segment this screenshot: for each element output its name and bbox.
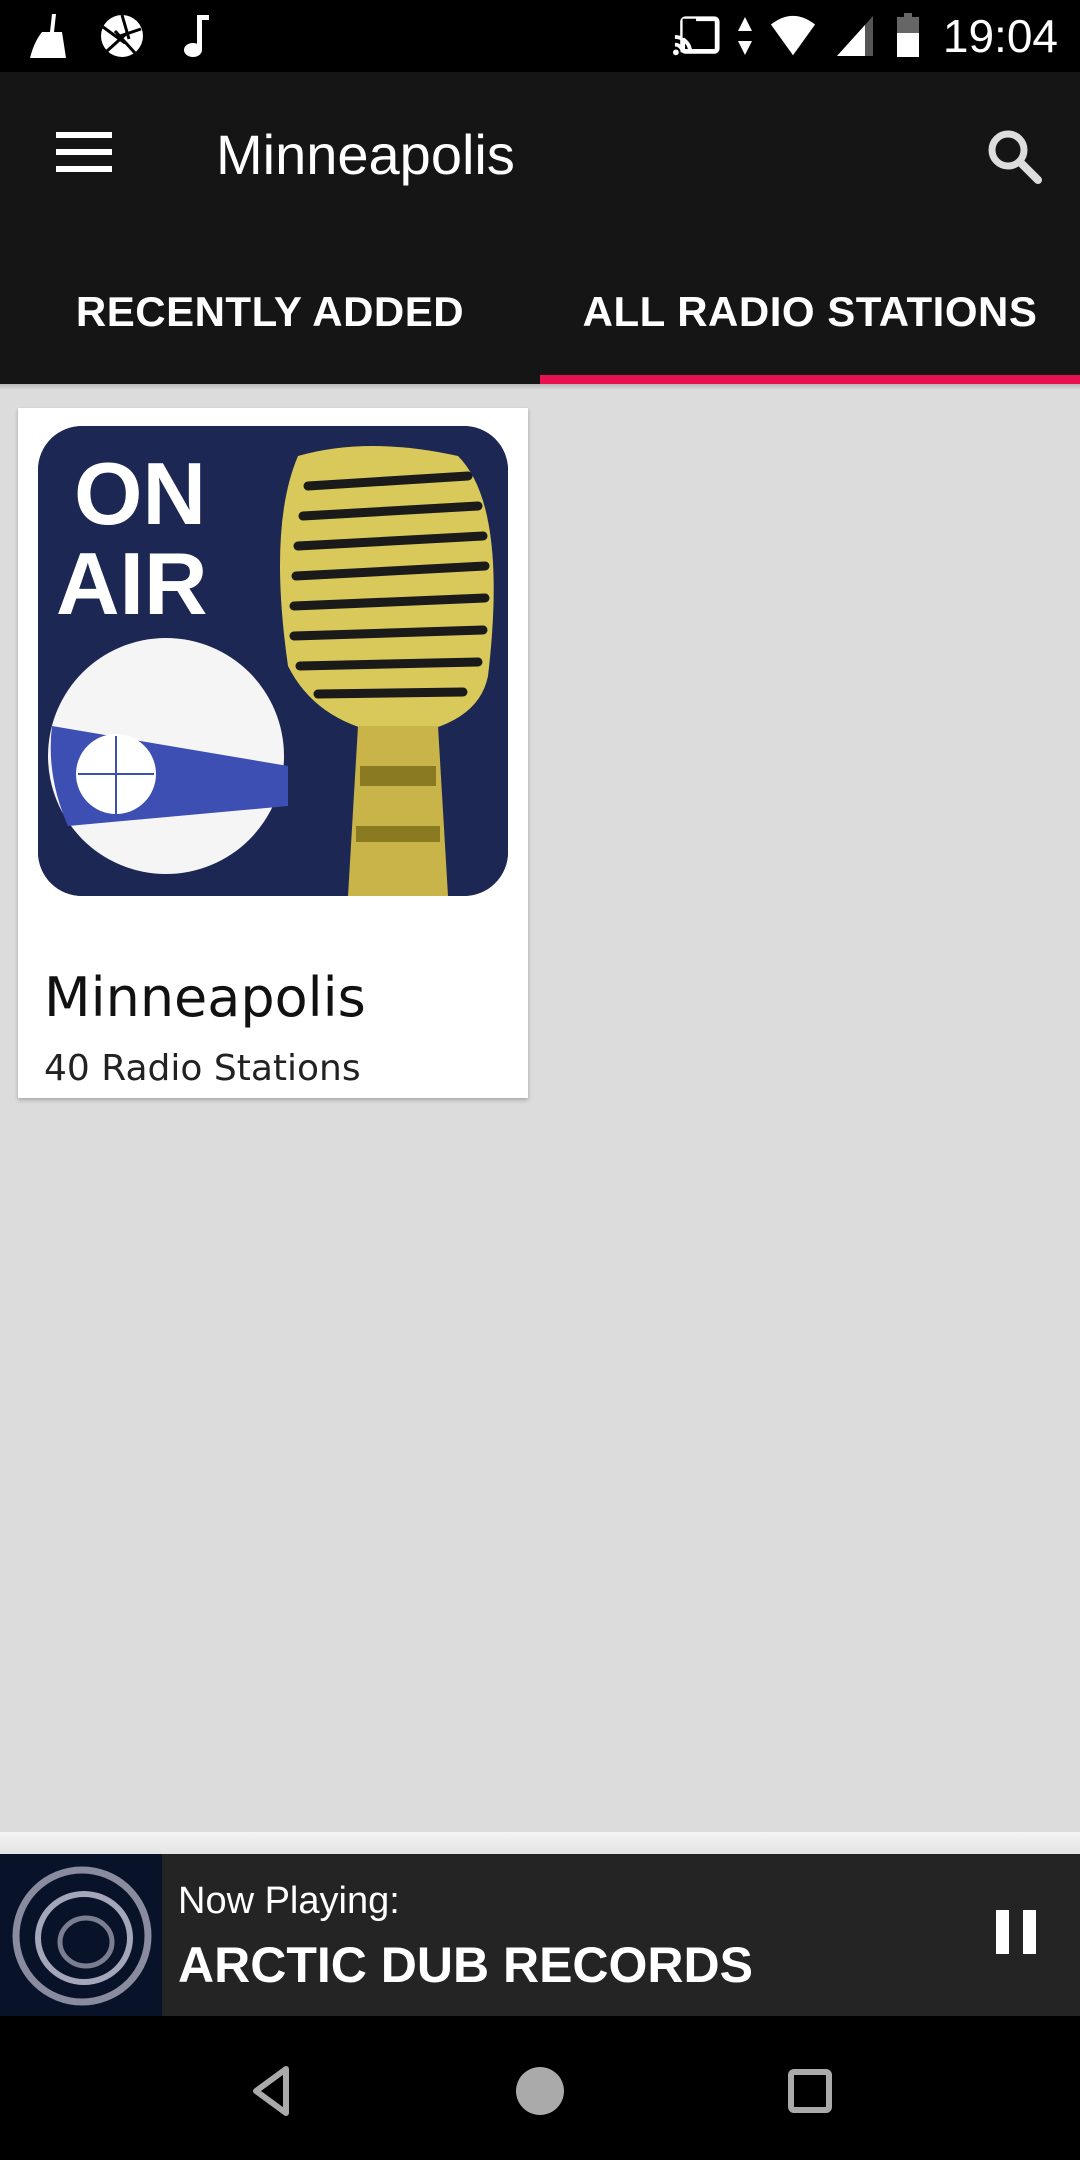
pause-icon[interactable] — [988, 1906, 1044, 1962]
station-category-card[interactable]: ON AIR Minneapolis 40 Radio Stations — [18, 408, 528, 1098]
music-note-icon — [172, 12, 220, 60]
back-icon[interactable] — [226, 2046, 316, 2136]
on-text: ON — [74, 444, 206, 543]
status-bar: 19:04 — [0, 0, 1080, 72]
search-icon[interactable] — [980, 122, 1050, 192]
card-title: Minneapolis — [44, 966, 366, 1029]
page-title: Minneapolis — [216, 123, 515, 186]
data-arrows-icon — [735, 12, 755, 60]
battery-icon — [893, 12, 923, 60]
signal-icon — [831, 12, 879, 60]
clock: 19:04 — [942, 10, 1058, 62]
tab-recently-added[interactable]: RECENTLY ADDED — [0, 240, 540, 384]
home-icon[interactable] — [495, 2046, 585, 2136]
tab-label: ALL RADIO STATIONS — [582, 288, 1038, 335]
tab-all-radio-stations[interactable]: ALL RADIO STATIONS — [540, 240, 1080, 384]
station-artwork — [0, 1854, 162, 2016]
app-toolbar: Minneapolis — [0, 72, 1080, 240]
hamburger-menu-icon[interactable] — [44, 122, 124, 182]
cleaner-icon — [24, 12, 72, 60]
screen: 19:04 Minneapolis RECENTLY ADDED ALL RAD… — [0, 0, 1080, 2160]
tab-shadow — [0, 384, 1080, 390]
tab-label: RECENTLY ADDED — [75, 288, 465, 335]
card-subtitle: 40 Radio Stations — [44, 1048, 361, 1089]
tab-bar: RECENTLY ADDED ALL RADIO STATIONS — [0, 240, 1080, 384]
now-playing-station: ARCTIC DUB RECORDS — [178, 1937, 753, 1993]
now-playing-bar[interactable]: Now Playing: ARCTIC DUB RECORDS — [0, 1854, 1080, 2016]
wifi-icon — [769, 12, 817, 60]
cast-icon — [672, 12, 721, 60]
system-nav-bar — [0, 2016, 1080, 2160]
recents-icon[interactable] — [765, 2046, 855, 2136]
now-playing-label: Now Playing: — [178, 1880, 400, 1922]
air-text: AIR — [56, 534, 208, 633]
aperture-icon — [98, 12, 146, 60]
on-air-microphone-image: ON AIR — [38, 426, 508, 896]
player-divider — [0, 1832, 1080, 1854]
content-area: ON AIR Minneapolis 40 Radio Stations — [0, 384, 1080, 1832]
